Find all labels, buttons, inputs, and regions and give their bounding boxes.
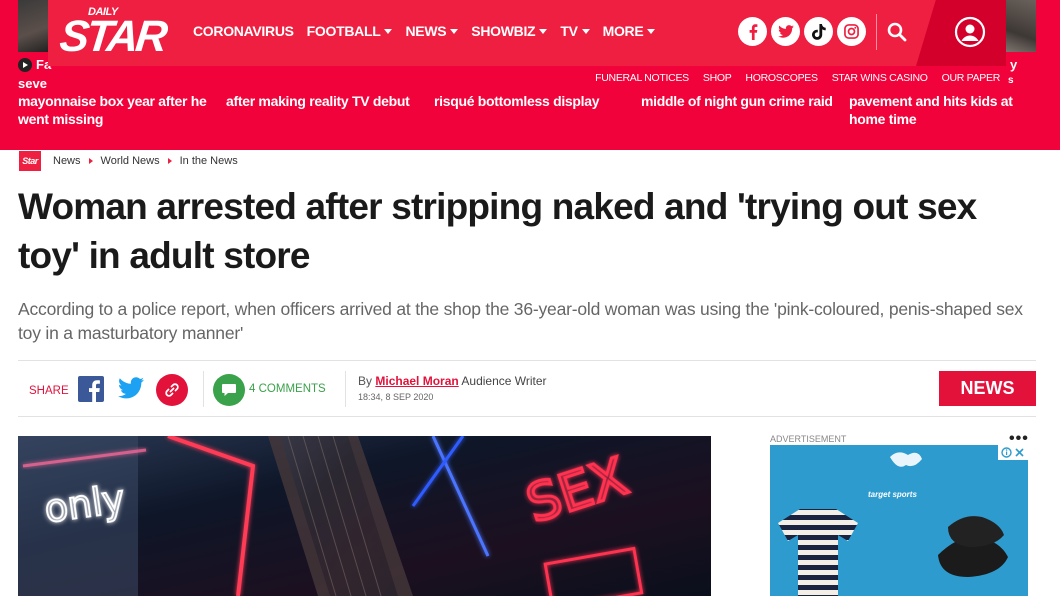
subnav-item-horoscopes[interactable]: HOROSCOPES — [745, 72, 818, 84]
comments-icon[interactable] — [213, 374, 245, 406]
daily-star-logo[interactable]: DAILY STAR — [57, 4, 167, 62]
trending-story[interactable]: after making reality TV debut — [226, 92, 421, 110]
play-icon — [18, 57, 32, 72]
ticker-label[interactable]: Fa — [18, 57, 51, 72]
section-badge[interactable]: NEWS — [939, 371, 1036, 406]
nav-item-more[interactable]: MORE — [603, 23, 656, 39]
secondary-nav: FUNERAL NOTICES SHOP HOROSCOPES STAR WIN… — [595, 72, 1000, 84]
primary-nav: CORONAVIRUS FOOTBALL NEWS SHOWBIZ TV MOR… — [193, 23, 668, 39]
subnav-item-shop[interactable]: SHOP — [703, 72, 732, 84]
article-standfirst: According to a police report, when offic… — [18, 299, 1023, 343]
nav-item-tv[interactable]: TV — [560, 23, 590, 39]
chevron-down-icon — [647, 28, 656, 34]
comments-link[interactable]: 4 COMMENTS — [249, 383, 326, 395]
breadcrumb-item-news[interactable]: News — [53, 155, 81, 167]
main-navbar: DAILY STAR CORONAVIRUS FOOTBALL NEWS SHO… — [48, 0, 1006, 66]
subnav-item-funeral-notices[interactable]: FUNERAL NOTICES — [595, 72, 689, 84]
ad-product-image — [778, 452, 1008, 596]
tiktok-icon[interactable] — [804, 17, 833, 46]
trending-story[interactable]: risqué bottomless display — [434, 92, 629, 110]
divider — [345, 371, 346, 407]
article-headline: Woman arrested after stripping naked and… — [18, 186, 977, 276]
nav-item-showbiz[interactable]: SHOWBIZ — [471, 23, 548, 39]
chevron-down-icon — [384, 28, 393, 34]
divider — [203, 371, 204, 407]
twitter-icon[interactable] — [771, 17, 800, 46]
trending-story[interactable]: middle of night gun crime raid — [641, 92, 836, 110]
chevron-down-icon — [539, 28, 548, 34]
nav-divider — [876, 14, 877, 50]
breadcrumb-item-world-news[interactable]: World News — [101, 155, 160, 167]
story-thumbnail[interactable] — [18, 0, 48, 52]
twitter-share-icon[interactable] — [118, 377, 144, 401]
share-byline-bar: SHARE 4 COMMENTS By Michael Moran Audien… — [18, 360, 1036, 417]
trending-story[interactable]: pavement and hits kids at home time — [849, 92, 1039, 128]
search-icon[interactable] — [885, 20, 909, 44]
ticker-fragment[interactable]: y — [1010, 57, 1017, 72]
subnav-item-star-wins-casino[interactable]: STAR WINS CASINO — [832, 72, 928, 84]
chevron-down-icon — [581, 28, 590, 34]
chevron-down-icon — [450, 28, 459, 34]
top-banner: Fa seve y s mayonnaise box year after he… — [0, 0, 1060, 150]
instagram-icon[interactable] — [837, 17, 866, 46]
social-links — [738, 17, 866, 46]
copy-link-button[interactable] — [156, 374, 188, 406]
author-link[interactable]: Michael Moran — [375, 374, 458, 388]
trending-story[interactable]: mayonnaise box year after he went missin… — [18, 92, 213, 128]
chevron-right-icon — [88, 158, 93, 164]
advertisement[interactable]: target sports — [770, 445, 1028, 596]
link-icon — [165, 383, 179, 397]
share-label: SHARE — [29, 385, 69, 397]
advertisement-label: ADVERTISEMENT — [770, 434, 847, 444]
facebook-share-icon[interactable] — [78, 376, 104, 402]
article-hero-image[interactable]: only SEX — [18, 436, 711, 596]
star-logo-small[interactable]: Star — [19, 151, 41, 171]
breadcrumb-item-in-the-news[interactable]: In the News — [180, 155, 238, 167]
neon-sign-illustration: only SEX — [18, 436, 711, 596]
publish-timestamp: 18:34, 8 SEP 2020 — [358, 392, 434, 402]
chevron-right-icon — [167, 158, 172, 164]
user-account-icon[interactable] — [954, 16, 986, 48]
subnav-item-our-paper[interactable]: OUR PAPER — [942, 72, 1001, 84]
advertiser-brand: target sports — [868, 490, 917, 499]
breadcrumb: Star News World News In the News — [19, 151, 238, 171]
ticker-fragment[interactable]: seve — [18, 76, 47, 91]
nav-item-football[interactable]: FOOTBALL — [307, 23, 393, 39]
ticker-fragment[interactable]: s — [1008, 75, 1014, 86]
author-role: Audience Writer — [461, 374, 547, 388]
facebook-icon[interactable] — [738, 17, 767, 46]
nav-item-coronavirus[interactable]: CORONAVIRUS — [193, 23, 294, 39]
byline: By Michael Moran Audience Writer — [358, 374, 547, 388]
nav-item-news[interactable]: NEWS — [405, 23, 459, 39]
